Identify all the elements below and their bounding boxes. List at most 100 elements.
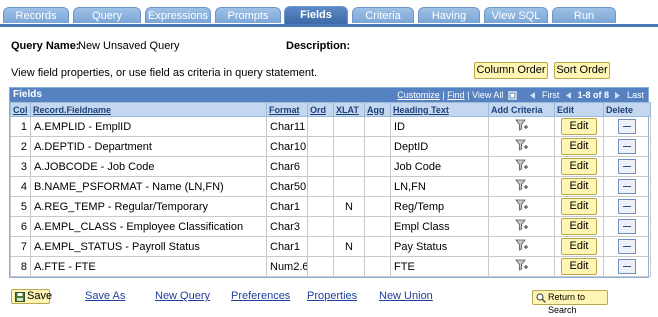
ord-cell: [307, 216, 334, 237]
delete-row-icon[interactable]: [618, 239, 636, 254]
grid-header-bar: Fields Customize | Find | View All First…: [10, 88, 648, 102]
tab-fields[interactable]: Fields: [284, 6, 348, 24]
add-criteria-cell: [488, 196, 555, 217]
heading-text-cell: Pay Status: [390, 236, 489, 257]
record-fieldname: A.REG_TEMP - Regular/Temporary: [30, 196, 267, 217]
tab-query[interactable]: Query: [73, 7, 141, 23]
edit-button[interactable]: Edit: [561, 158, 597, 175]
add-criteria-funnel-icon[interactable]: [514, 199, 529, 212]
tab-bar: Records Query Expressions Prompts Fields…: [0, 0, 658, 27]
save-as-link[interactable]: Save As: [85, 290, 125, 302]
export-grid-icon[interactable]: [507, 91, 517, 101]
add-criteria-funnel-icon[interactable]: [514, 119, 529, 132]
record-fieldname: B.NAME_PSFORMAT - Name (LN,FN): [30, 176, 267, 197]
view-all-label: View All: [472, 90, 504, 100]
add-criteria-funnel-icon[interactable]: [514, 239, 529, 252]
format-cell: Char1: [266, 236, 308, 257]
first-label: First: [541, 90, 560, 100]
new-query-link[interactable]: New Query: [155, 290, 210, 302]
table-row: 2 A.DEPTID - Department Char10 DeptID Edit: [10, 136, 651, 157]
edit-cell: Edit: [554, 196, 604, 217]
col-header-agg[interactable]: Agg: [364, 102, 391, 117]
first-arrow-icon[interactable]: [528, 91, 537, 100]
edit-button[interactable]: Edit: [561, 198, 597, 215]
fields-grid: Fields Customize | Find | View All First…: [9, 87, 651, 278]
table-row: 1 A.EMPLID - EmplID Char11 ID Edit: [10, 116, 651, 137]
save-button[interactable]: Save: [11, 289, 53, 304]
format-cell: Char11: [266, 116, 308, 137]
delete-row-icon[interactable]: [618, 179, 636, 194]
ord-cell: [307, 256, 334, 277]
save-label: Save: [27, 290, 53, 302]
delete-row-icon[interactable]: [618, 259, 636, 274]
return-to-search-button[interactable]: Return to Search: [532, 290, 608, 315]
ord-cell: [307, 176, 334, 197]
col-header-heading-text[interactable]: Heading Text: [390, 102, 489, 117]
tab-view-sql[interactable]: View SQL: [484, 7, 548, 23]
edit-button[interactable]: Edit: [561, 138, 597, 155]
new-union-link[interactable]: New Union: [379, 290, 433, 302]
description-label: Description:: [286, 40, 351, 52]
col-number: 1: [10, 116, 31, 137]
col-number: 7: [10, 236, 31, 257]
search-icon: [536, 293, 546, 303]
add-criteria-funnel-icon[interactable]: [514, 179, 529, 192]
heading-text-cell: FTE: [390, 256, 489, 277]
ord-cell: [307, 156, 334, 177]
tab-having[interactable]: Having: [418, 7, 480, 23]
next-arrow-icon[interactable]: [613, 91, 622, 100]
edit-button[interactable]: Edit: [561, 258, 597, 275]
heading-text-cell: Reg/Temp: [390, 196, 489, 217]
edit-button[interactable]: Edit: [561, 218, 597, 235]
add-criteria-funnel-icon[interactable]: [514, 259, 529, 272]
edit-button[interactable]: Edit: [561, 178, 597, 195]
customize-link[interactable]: Customize: [397, 90, 440, 100]
save-icon: [15, 292, 25, 302]
properties-link[interactable]: Properties: [307, 290, 357, 302]
add-criteria-funnel-icon[interactable]: [514, 219, 529, 232]
add-criteria-cell: [488, 236, 555, 257]
delete-row-icon[interactable]: [618, 159, 636, 174]
agg-cell: [364, 236, 391, 257]
format-cell: Char3: [266, 216, 308, 237]
tab-criteria[interactable]: Criteria: [352, 7, 414, 23]
col-header-add-criteria: Add Criteria: [488, 102, 555, 117]
add-criteria-funnel-icon[interactable]: [514, 139, 529, 152]
xlat-cell: [333, 256, 365, 277]
add-criteria-cell: [488, 176, 555, 197]
edit-button[interactable]: Edit: [561, 118, 597, 135]
tab-records[interactable]: Records: [3, 7, 69, 23]
col-header-col[interactable]: Col: [10, 102, 31, 117]
xlat-cell: [333, 136, 365, 157]
add-criteria-funnel-icon[interactable]: [514, 159, 529, 172]
col-number: 4: [10, 176, 31, 197]
previous-arrow-icon[interactable]: [564, 91, 573, 100]
delete-row-icon[interactable]: [618, 139, 636, 154]
record-fieldname: A.JOBCODE - Job Code: [30, 156, 267, 177]
row-range: 1-8 of 8: [577, 90, 609, 100]
format-cell: Char6: [266, 156, 308, 177]
tab-expressions[interactable]: Expressions: [145, 7, 211, 23]
delete-cell: [603, 116, 651, 137]
sort-order-button[interactable]: Sort Order: [554, 62, 610, 79]
col-header-ord[interactable]: Ord: [307, 102, 334, 117]
col-number: 3: [10, 156, 31, 177]
table-row: 8 A.FTE - FTE Num2.6 FTE Edit: [10, 256, 651, 277]
preferences-link[interactable]: Preferences: [231, 290, 290, 302]
column-order-button[interactable]: Column Order: [474, 62, 548, 79]
find-link[interactable]: Find: [447, 90, 465, 100]
edit-button[interactable]: Edit: [561, 238, 597, 255]
xlat-cell: [333, 176, 365, 197]
delete-row-icon[interactable]: [618, 219, 636, 234]
record-fieldname: A.EMPL_CLASS - Employee Classification: [30, 216, 267, 237]
col-header-fieldname[interactable]: Record.Fieldname: [30, 102, 267, 117]
tab-run[interactable]: Run: [552, 7, 616, 23]
col-header-format[interactable]: Format: [266, 102, 308, 117]
delete-row-icon[interactable]: [618, 119, 636, 134]
col-header-xlat[interactable]: XLAT: [333, 102, 365, 117]
edit-cell: Edit: [554, 216, 604, 237]
tab-prompts[interactable]: Prompts: [215, 7, 281, 23]
ord-cell: [307, 116, 334, 137]
delete-row-icon[interactable]: [618, 199, 636, 214]
heading-text-cell: LN,FN: [390, 176, 489, 197]
